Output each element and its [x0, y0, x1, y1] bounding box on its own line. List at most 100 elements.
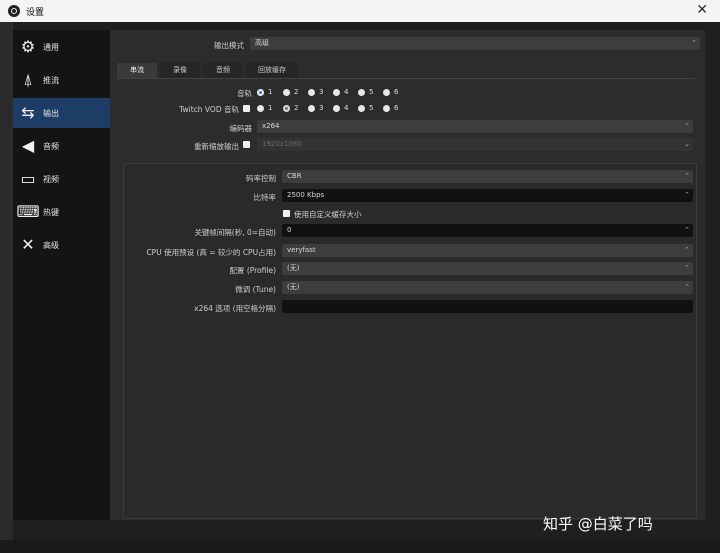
audio-track-radio-2[interactable] [283, 89, 290, 96]
sidebar-item-label: 推流 [43, 76, 59, 85]
tab-replay-buffer[interactable]: 回放缓存 [246, 63, 298, 78]
tools-icon: ✕ [21, 235, 35, 254]
tune-label: 微调 (Tune) [235, 285, 276, 294]
radio-label: 6 [394, 104, 399, 112]
chevron-down-icon: ⌄ [684, 140, 690, 148]
sidebar-item-label: 输出 [43, 109, 59, 118]
radio-label: 3 [319, 104, 324, 112]
profile-select[interactable]: (无) ⌃ [282, 262, 693, 275]
radio-label: 4 [344, 88, 349, 96]
radio-label: 2 [294, 104, 299, 112]
keyframe-label: 关键帧间隔(秒, 0=自动) [194, 228, 276, 237]
rate-control-label: 码率控制 [246, 174, 276, 183]
tune-select[interactable]: (无) ⌃ [282, 281, 693, 294]
audio-track-radio-1[interactable] [257, 89, 264, 96]
x264-options-input[interactable] [282, 300, 693, 313]
twitch-vod-checkbox[interactable] [243, 105, 250, 112]
keyframe-value: 0 [287, 226, 292, 234]
radio-label: 3 [319, 88, 324, 96]
tune-value: (无) [287, 283, 300, 291]
twitch-vod-radio-4[interactable] [333, 105, 340, 112]
keyframe-input[interactable]: 0 ⌃ [282, 224, 693, 237]
sidebar-item-output[interactable]: ⇆ 输出 [13, 98, 110, 128]
x264-options-label: x264 选项 (用空格分隔) [194, 304, 276, 313]
sidebar-item-video[interactable]: ▭ 视频 [13, 164, 110, 194]
radio-label: 1 [268, 88, 273, 96]
twitch-vod-label: Twitch VOD 音轨 [179, 105, 239, 114]
sidebar-item-label: 高级 [43, 241, 59, 250]
cpu-preset-label: CPU 使用预设 (高 = 较少的 CPU占用) [146, 248, 276, 257]
spinner-icon: ⌃ [684, 226, 690, 234]
audio-track-radio-6[interactable] [383, 89, 390, 96]
sidebar-item-hotkeys[interactable]: ⌨ 热键 [13, 197, 110, 227]
bitrate-label: 比特率 [253, 193, 277, 202]
sidebar-item-audio[interactable]: ◀ 音频 [13, 131, 110, 161]
tab-recording[interactable]: 录像 [160, 63, 200, 78]
sidebar-item-label: 通用 [43, 43, 59, 52]
twitch-vod-radio-6[interactable] [383, 105, 390, 112]
radio-label: 2 [294, 88, 299, 96]
window-title: 设置 [26, 8, 45, 18]
audio-track-radio-4[interactable] [333, 89, 340, 96]
radio-label: 4 [344, 104, 349, 112]
bottom-button-bar [0, 540, 720, 553]
rescale-checkbox[interactable] [243, 141, 250, 148]
sidebar-item-general[interactable]: ⚙ 通用 [13, 32, 110, 62]
sidebar-item-stream[interactable]: ⍋ 推流 [13, 65, 110, 95]
speaker-icon: ◀ [21, 136, 35, 155]
output-mode-select[interactable]: 高级 ⌃ [250, 37, 700, 50]
twitch-vod-radio-5[interactable] [358, 105, 365, 112]
rescale-label: 重新缩放输出 [194, 142, 239, 151]
radio-label: 6 [394, 88, 399, 96]
radio-label: 5 [369, 88, 374, 96]
sidebar-item-label: 热键 [43, 208, 59, 217]
tab-divider [117, 78, 695, 79]
cpu-preset-value: veryfast [287, 246, 316, 254]
twitch-vod-radio-3[interactable] [308, 105, 315, 112]
settings-sidebar: ⚙ 通用 ⍋ 推流 ⇆ 输出 ◀ 音频 ▭ 视频 ⌨ 热键 ✕ 高级 [13, 30, 110, 520]
monitor-icon: ▭ [20, 169, 36, 188]
tab-streaming[interactable]: 串流 [117, 63, 157, 78]
output-mode-label: 输出模式 [214, 41, 244, 50]
bitrate-value: 2500 Kbps [287, 191, 325, 199]
watermark: 知乎 @白菜了吗 [543, 515, 653, 533]
rate-control-value: CBR [287, 172, 302, 180]
updown-icon: ⌃ [684, 122, 690, 130]
updown-icon: ⌃ [684, 283, 690, 291]
updown-icon: ⌃ [684, 172, 690, 180]
cpu-preset-select[interactable]: veryfast ⌃ [282, 244, 693, 257]
encoder-value: x264 [262, 122, 280, 130]
twitch-vod-radio-2[interactable] [283, 105, 290, 112]
rescale-value: 1920x1080 [262, 140, 302, 148]
keyboard-icon: ⌨ [16, 202, 40, 221]
profile-label: 配置 (Profile) [229, 266, 276, 275]
close-icon[interactable]: ✕ [696, 2, 708, 18]
updown-icon: ⌃ [684, 264, 690, 272]
rescale-select[interactable]: 1920x1080 ⌄ [257, 138, 693, 151]
spinner-icon: ⌃ [684, 191, 690, 199]
sidebar-item-label: 视频 [43, 175, 59, 184]
audio-track-radio-5[interactable] [358, 89, 365, 96]
broadcast-icon: ⍋ [23, 70, 33, 89]
tab-audio[interactable]: 音频 [203, 63, 243, 78]
rate-control-select[interactable]: CBR ⌃ [282, 170, 693, 183]
custom-buffer-checkbox[interactable] [283, 210, 290, 217]
window-titlebar: 设置 ✕ [0, 0, 720, 22]
gear-icon: ⚙ [20, 37, 36, 56]
encoder-label: 编码器 [229, 124, 253, 133]
updown-icon: ⌃ [691, 39, 697, 47]
encoder-select[interactable]: x264 ⌃ [257, 120, 693, 133]
radio-label: 5 [369, 104, 374, 112]
bitrate-input[interactable]: 2500 Kbps ⌃ [282, 189, 693, 202]
output-mode-value: 高级 [255, 39, 269, 47]
twitch-vod-radio-1[interactable] [257, 105, 264, 112]
custom-buffer-label: 使用自定义缓存大小 [294, 210, 362, 219]
profile-value: (无) [287, 264, 300, 272]
sidebar-item-label: 音频 [43, 142, 59, 151]
background-window-edge [0, 22, 13, 553]
monitor-output-icon: ⇆ [21, 103, 35, 122]
sidebar-item-advanced[interactable]: ✕ 高级 [13, 230, 110, 260]
updown-icon: ⌃ [684, 246, 690, 254]
encoder-settings-group [123, 163, 697, 519]
audio-track-radio-3[interactable] [308, 89, 315, 96]
